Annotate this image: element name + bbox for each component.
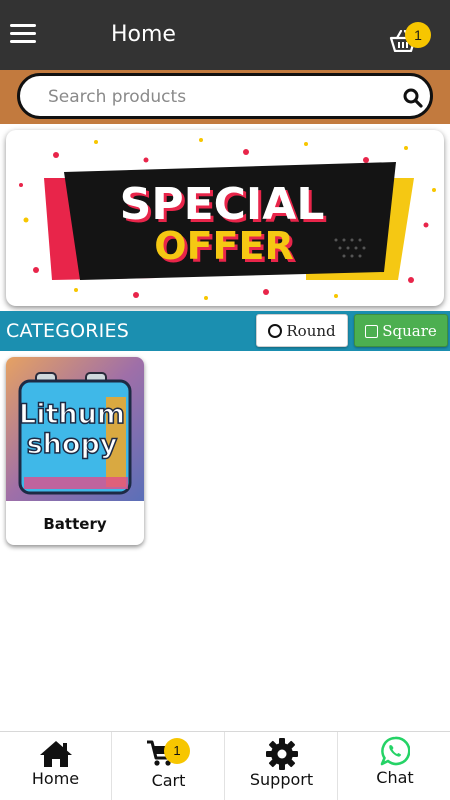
search-box [17, 73, 433, 119]
gear-icon [266, 738, 298, 770]
cart-count-badge: 1 [405, 22, 431, 48]
nav-home-label: Home [31, 769, 80, 788]
banner-text-special: SPECIAL [120, 179, 325, 230]
nav-chat[interactable]: Chat [339, 732, 450, 800]
categories-header: CATEGORIES Round Square [0, 311, 450, 351]
app-bar: Home 1 [0, 0, 450, 70]
image-text-lithum: Lithum [19, 399, 125, 430]
battery-category-image: Lithum shopy [6, 357, 144, 501]
hamburger-menu-icon[interactable] [10, 24, 36, 44]
header-cart-button[interactable]: 1 [387, 22, 431, 54]
category-name: Battery [43, 515, 107, 533]
round-view-button[interactable]: Round [256, 314, 348, 347]
circle-icon [268, 323, 283, 338]
round-label: Round [286, 321, 336, 340]
search-bar-container [0, 70, 450, 124]
whatsapp-icon [380, 736, 410, 766]
image-text-shopy: shopy [27, 429, 118, 460]
search-icon[interactable] [403, 88, 423, 108]
nav-support-label: Support [249, 770, 314, 789]
categories-title: CATEGORIES [6, 320, 129, 342]
nav-support[interactable]: Support [226, 732, 338, 800]
square-label: Square [382, 321, 437, 340]
square-view-button[interactable]: Square [354, 314, 448, 347]
banner-text-offer: OFFER [154, 224, 293, 268]
banner-graphic: SPECIAL SPECIAL OFFER OFFER [19, 138, 436, 300]
special-offer-banner[interactable]: SPECIAL SPECIAL OFFER OFFER [6, 130, 444, 306]
cart-badge: 1 [164, 738, 190, 764]
nav-cart-label: Cart [151, 771, 186, 790]
nav-cart[interactable]: 1 Cart [113, 732, 225, 800]
nav-home[interactable]: Home [0, 732, 112, 800]
bottom-navigation: Home 1 Cart Support Chat [0, 731, 450, 800]
nav-chat-label: Chat [376, 768, 414, 787]
home-icon [40, 741, 72, 767]
category-card-battery[interactable]: Lithum shopy Battery [6, 357, 144, 545]
page-title: Home [111, 22, 176, 47]
square-icon [365, 324, 379, 338]
search-input[interactable] [48, 84, 378, 110]
